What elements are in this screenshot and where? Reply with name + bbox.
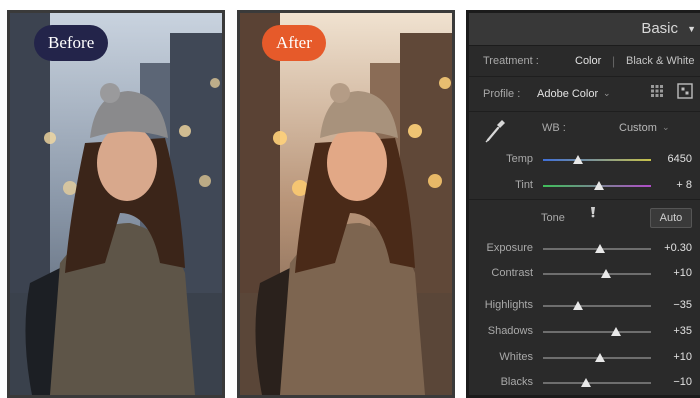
temp-value[interactable]: 6450: [652, 153, 692, 165]
slider-value[interactable]: +35: [652, 325, 692, 337]
profile-label: Profile :: [483, 88, 521, 100]
temp-label: Temp: [506, 153, 533, 165]
slider-thumb[interactable]: [600, 269, 611, 278]
collapse-triangle-icon[interactable]: ▼: [687, 24, 696, 34]
slider-track[interactable]: [543, 305, 651, 307]
treatment-divider: |: [612, 54, 616, 68]
wb-select[interactable]: Custom: [619, 122, 657, 134]
slider-label: Highlights: [484, 299, 533, 311]
slider-track[interactable]: [543, 273, 651, 275]
chevron-down-icon[interactable]: ⌄: [603, 88, 611, 99]
basic-panel: Basic ▼ Treatment : Color | Black & Whit…: [466, 10, 700, 398]
temp-slider-thumb[interactable]: [572, 155, 583, 164]
before-photo: Before: [7, 10, 225, 398]
slider-thumb[interactable]: [611, 327, 622, 336]
slider-label: Exposure: [486, 242, 533, 254]
slider-value[interactable]: +10: [652, 267, 692, 279]
slider-label: Blacks: [500, 376, 533, 388]
treatment-bw-option[interactable]: Black & White: [626, 55, 694, 67]
treatment-color-option[interactable]: Color: [575, 55, 601, 67]
divider: [469, 111, 700, 112]
treatment-label: Treatment :: [483, 55, 539, 67]
panel-title: Basic: [641, 20, 678, 37]
tone-label: Tone: [541, 212, 565, 224]
slider-track[interactable]: [543, 382, 651, 384]
after-photo-image: [240, 13, 452, 395]
slider-thumb[interactable]: [595, 353, 606, 362]
chevron-down-icon[interactable]: ⌄: [662, 122, 670, 133]
slider-value[interactable]: +10: [652, 351, 692, 363]
slider-thumb[interactable]: [595, 244, 606, 253]
before-label: Before: [34, 25, 109, 61]
divider: [469, 199, 700, 200]
after-label: After: [262, 25, 326, 61]
slider-value[interactable]: +0.30: [652, 242, 692, 254]
slider-value[interactable]: −10: [652, 376, 692, 388]
temp-slider-track[interactable]: [543, 159, 651, 161]
grid-icon[interactable]: [651, 85, 663, 97]
slider-thumb[interactable]: [572, 301, 583, 310]
slider-label: Contrast: [491, 267, 533, 279]
before-photo-image: [10, 13, 222, 395]
targeted-adjustment-icon[interactable]: [588, 207, 598, 221]
tint-slider-thumb[interactable]: [594, 181, 605, 190]
profile-browser-icon[interactable]: [677, 83, 693, 99]
slider-label: Whites: [499, 351, 533, 363]
wb-label: WB :: [542, 122, 566, 134]
after-photo: After: [237, 10, 455, 398]
profile-select[interactable]: Adobe Color: [537, 88, 598, 100]
auto-button[interactable]: Auto: [650, 208, 692, 228]
slider-thumb[interactable]: [581, 378, 592, 387]
panel-header[interactable]: Basic ▼: [469, 13, 700, 46]
divider: [469, 76, 700, 77]
eyedropper-icon[interactable]: [485, 117, 507, 143]
slider-track[interactable]: [543, 331, 651, 333]
slider-value[interactable]: −35: [652, 299, 692, 311]
tint-value[interactable]: + 8: [652, 179, 692, 191]
tint-label: Tint: [515, 179, 533, 191]
slider-label: Shadows: [487, 325, 533, 337]
